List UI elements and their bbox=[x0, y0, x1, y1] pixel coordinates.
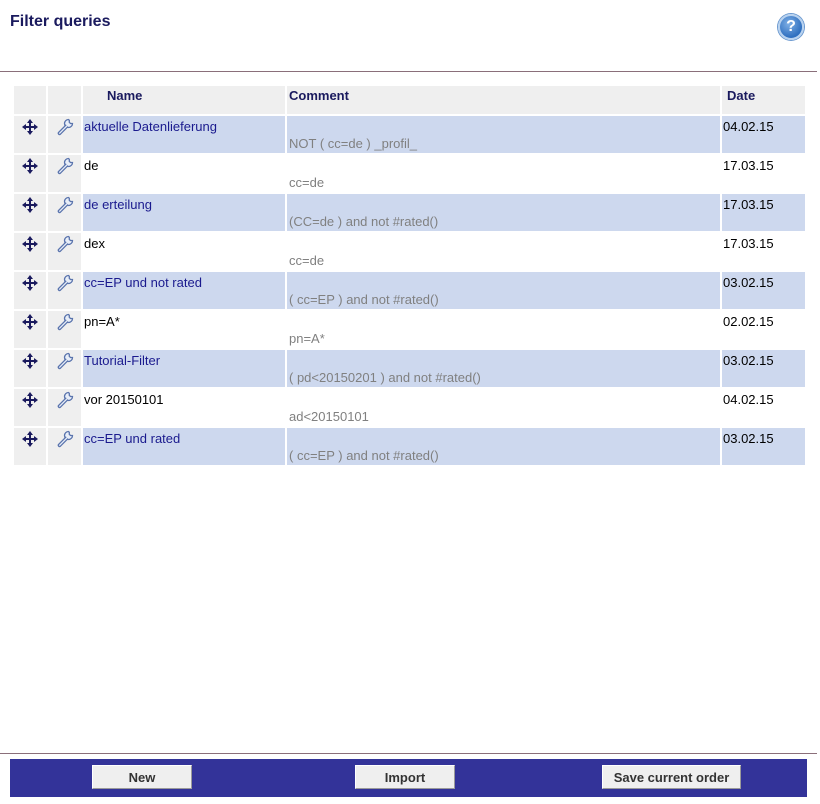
filter-name[interactable]: dex bbox=[83, 233, 285, 270]
table-row: cc=EP und rated ( cc=EP ) and not #rated(… bbox=[14, 428, 805, 465]
edit-cell[interactable] bbox=[48, 389, 81, 426]
filter-table-container: Name Comment Date aktuelle Datenlieferun… bbox=[12, 84, 805, 467]
filter-comment: cc=de bbox=[289, 253, 325, 268]
column-header-comment[interactable]: Comment bbox=[287, 86, 720, 114]
bottom-divider bbox=[0, 753, 817, 754]
page-title: Filter queries bbox=[10, 13, 111, 30]
move-cell[interactable] bbox=[14, 233, 46, 270]
edit-cell[interactable] bbox=[48, 194, 81, 231]
filter-name[interactable]: cc=EP und rated bbox=[83, 428, 285, 465]
move-cell[interactable] bbox=[14, 389, 46, 426]
move-cell[interactable] bbox=[14, 311, 46, 348]
move-arrows-icon[interactable] bbox=[22, 431, 38, 447]
table-row: de erteilung (CC=de ) and not #rated() 17.… bbox=[14, 194, 805, 231]
filter-comment-cell: (CC=de ) and not #rated() bbox=[287, 194, 720, 231]
filter-comment-cell: ( pd<20150201 ) and not #rated() bbox=[287, 350, 720, 387]
filter-date: 17.03.15 bbox=[722, 155, 805, 192]
table-row: aktuelle Datenlieferung NOT ( cc=de ) _pr… bbox=[14, 116, 805, 153]
move-arrows-icon[interactable] bbox=[22, 275, 38, 291]
column-header-date[interactable]: Date bbox=[722, 86, 805, 114]
wrench-icon[interactable] bbox=[56, 313, 74, 331]
filter-name[interactable]: de erteilung bbox=[83, 194, 285, 231]
table-header-row: Name Comment Date bbox=[14, 86, 805, 114]
header-edit bbox=[48, 86, 81, 114]
wrench-icon[interactable] bbox=[56, 274, 74, 292]
header-move bbox=[14, 86, 46, 114]
filter-comment-cell: ( cc=EP ) and not #rated() bbox=[287, 428, 720, 465]
move-cell[interactable] bbox=[14, 272, 46, 309]
footer-bar: New Import Save current order bbox=[10, 759, 807, 797]
filter-comment-cell: cc=de bbox=[287, 155, 720, 192]
wrench-icon[interactable] bbox=[56, 157, 74, 175]
filter-comment-cell: cc=de bbox=[287, 233, 720, 270]
new-button[interactable]: New bbox=[92, 765, 192, 789]
save-current-order-button[interactable]: Save current order bbox=[602, 765, 741, 789]
filter-date: 04.02.15 bbox=[722, 389, 805, 426]
filter-comment: ad<20150101 bbox=[289, 409, 369, 424]
move-cell[interactable] bbox=[14, 428, 46, 465]
filter-comment-cell: ad<20150101 bbox=[287, 389, 720, 426]
wrench-icon[interactable] bbox=[56, 391, 74, 409]
filter-comment-cell: pn=A* bbox=[287, 311, 720, 348]
wrench-icon[interactable] bbox=[56, 235, 74, 253]
filter-date: 02.02.15 bbox=[722, 311, 805, 348]
edit-cell[interactable] bbox=[48, 272, 81, 309]
filter-comment: cc=de bbox=[289, 175, 325, 190]
import-button[interactable]: Import bbox=[355, 765, 455, 789]
filter-name[interactable]: aktuelle Datenlieferung bbox=[83, 116, 285, 153]
move-arrows-icon[interactable] bbox=[22, 392, 38, 408]
move-cell[interactable] bbox=[14, 194, 46, 231]
top-divider bbox=[0, 71, 817, 72]
edit-cell[interactable] bbox=[48, 155, 81, 192]
move-arrows-icon[interactable] bbox=[22, 314, 38, 330]
table-row: Tutorial-Filter ( pd<20150201 ) and not #… bbox=[14, 350, 805, 387]
filter-date: 17.03.15 bbox=[722, 194, 805, 231]
help-icon[interactable]: ? bbox=[778, 14, 804, 40]
filter-comment: ( pd<20150201 ) and not #rated() bbox=[289, 370, 481, 385]
filter-comment: ( cc=EP ) and not #rated() bbox=[289, 292, 439, 307]
edit-cell[interactable] bbox=[48, 311, 81, 348]
move-arrows-icon[interactable] bbox=[22, 353, 38, 369]
filter-name[interactable]: de bbox=[83, 155, 285, 192]
filter-name[interactable]: vor 20150101 bbox=[83, 389, 285, 426]
move-cell[interactable] bbox=[14, 116, 46, 153]
move-cell[interactable] bbox=[14, 155, 46, 192]
filter-comment: ( cc=EP ) and not #rated() bbox=[289, 448, 439, 463]
table-row: cc=EP und not rated ( cc=EP ) and not #ra… bbox=[14, 272, 805, 309]
table-row: de cc=de 17.03.15 bbox=[14, 155, 805, 192]
table-row: dex cc=de 17.03.15 bbox=[14, 233, 805, 270]
filter-comment: NOT ( cc=de ) _profil_ bbox=[289, 136, 418, 151]
filter-date: 17.03.15 bbox=[722, 233, 805, 270]
wrench-icon[interactable] bbox=[56, 196, 74, 214]
filter-date: 03.02.15 bbox=[722, 428, 805, 465]
filter-comment-cell: NOT ( cc=de ) _profil_ bbox=[287, 116, 720, 153]
filter-comment: (CC=de ) and not #rated() bbox=[289, 214, 439, 229]
edit-cell[interactable] bbox=[48, 233, 81, 270]
move-arrows-icon[interactable] bbox=[22, 197, 38, 213]
table-row: pn=A* pn=A* 02.02.15 bbox=[14, 311, 805, 348]
filter-name[interactable]: cc=EP und not rated bbox=[83, 272, 285, 309]
filter-comment: pn=A* bbox=[289, 331, 325, 346]
filter-table: Name Comment Date aktuelle Datenlieferun… bbox=[12, 84, 807, 467]
move-arrows-icon[interactable] bbox=[22, 119, 38, 135]
move-cell[interactable] bbox=[14, 350, 46, 387]
move-arrows-icon[interactable] bbox=[22, 236, 38, 252]
filter-name[interactable]: Tutorial-Filter bbox=[83, 350, 285, 387]
table-row: vor 20150101 ad<20150101 04.02.15 bbox=[14, 389, 805, 426]
wrench-icon[interactable] bbox=[56, 430, 74, 448]
column-header-name[interactable]: Name bbox=[83, 86, 285, 114]
wrench-icon[interactable] bbox=[56, 118, 74, 136]
filter-comment-cell: ( cc=EP ) and not #rated() bbox=[287, 272, 720, 309]
edit-cell[interactable] bbox=[48, 428, 81, 465]
edit-cell[interactable] bbox=[48, 350, 81, 387]
edit-cell[interactable] bbox=[48, 116, 81, 153]
filter-date: 04.02.15 bbox=[722, 116, 805, 153]
filter-name[interactable]: pn=A* bbox=[83, 311, 285, 348]
filter-date: 03.02.15 bbox=[722, 272, 805, 309]
filter-date: 03.02.15 bbox=[722, 350, 805, 387]
move-arrows-icon[interactable] bbox=[22, 158, 38, 174]
wrench-icon[interactable] bbox=[56, 352, 74, 370]
